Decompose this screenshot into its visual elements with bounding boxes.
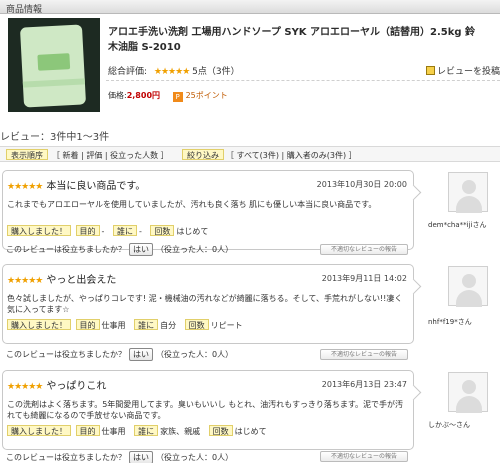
product-info-header: 商品情報	[0, 0, 500, 15]
count-tag: 回数	[150, 225, 175, 236]
product-title[interactable]: アロエ手洗い洗剤 工場用ハンドソープ SYK アロエローヤル（詰替用）2.5kg…	[108, 25, 500, 40]
count-tag: 回数	[208, 425, 233, 436]
helpful-yes-button[interactable]: はい	[129, 243, 153, 256]
report-review-button[interactable]: 不適切なレビューの報告	[320, 451, 408, 462]
refill-bag-graphic	[19, 24, 87, 108]
product-image[interactable]	[8, 18, 100, 112]
review-body: この洗剤はよく落ちます。5年間愛用してます。臭いもいいし もとれ、油汚れもすっき…	[7, 400, 404, 420]
review-stars-icon: ★★★★★	[7, 276, 43, 286]
purpose-tag: 目的	[75, 319, 100, 330]
helpful-question: このレビューは役立ちましたか？	[6, 245, 126, 254]
product-title-continued[interactable]: 木油脂 S-2010	[108, 40, 500, 55]
price-row: 価格:2,800円 P 25ポイント	[108, 90, 228, 102]
review-tags: 購入しました！ 目的 - 誰に - 回数 はじめて	[7, 225, 214, 237]
review-heading: ★★★★★ やっぱりこれ	[7, 377, 106, 392]
price-value: 2,800円	[126, 91, 161, 100]
point-icon: P	[172, 92, 183, 102]
review-count: レビュー：3件中1～3件	[0, 132, 110, 143]
whom-value: -	[138, 227, 142, 236]
review-date: 2013年6月13日 23:47	[321, 380, 407, 389]
report-review-button[interactable]: 不適切なレビューの報告	[320, 349, 408, 360]
review-title: 本当に良い商品です。	[46, 181, 146, 192]
reviewer-avatar	[448, 266, 488, 307]
purchased-badge: 購入しました！	[7, 225, 71, 236]
whom-tag: 誰に	[112, 225, 137, 236]
purpose-tag: 目的	[75, 225, 100, 236]
review-stars-icon: ★★★★★	[7, 382, 43, 392]
count-value: はじめて	[176, 227, 209, 236]
review-heading: ★★★★★ やっと出会えた	[7, 271, 116, 286]
rating-label: 総合評価:	[108, 67, 148, 77]
review-card: ★★★★★ やっと出会えた 2013年9月11日 14:02 色々試しましたが、や…	[2, 264, 414, 344]
review-stars-icon: ★★★★★	[7, 182, 43, 192]
whom-tag: 誰に	[134, 319, 159, 330]
reviewer-name[interactable]: しかぶ～さん	[428, 420, 470, 430]
review-body: 色々試しましたが、やっぱりコレです! 泥・機械油の汚れなどが綺麗に落ちる。そして…	[7, 294, 403, 314]
sort-order-label: 表示順序	[6, 149, 48, 160]
helpful-row: このレビューは役立ちましたか？ はい （役立った人：0人）	[6, 243, 233, 256]
purpose-value: 仕事用	[101, 427, 126, 436]
purpose-tag: 目的	[75, 425, 100, 436]
report-review-button[interactable]: 不適切なレビューの報告	[320, 244, 408, 255]
review-card: ★★★★★ やっぱりこれ 2013年6月13日 23:47 この洗剤はよく落ちます…	[2, 370, 414, 450]
post-review-link[interactable]: レビューを投稿す	[426, 64, 500, 77]
rating-stars-icon: ★★★★★	[153, 67, 190, 77]
review-tags: 購入しました！ 目的 仕事用 誰に 家族、親戚 回数 はじめて	[7, 425, 273, 437]
reviewer-name[interactable]: dem*cha**ijiさん	[428, 220, 486, 230]
review-date: 2013年10月30日 20:00	[316, 180, 407, 189]
divider	[106, 80, 500, 81]
price-label: 価格:	[108, 91, 127, 100]
reviewer-name[interactable]: nhf*f19*さん	[428, 317, 472, 327]
helpful-count: （役立った人：0人）	[156, 453, 234, 462]
helpful-question: このレビューは役立ちましたか？	[6, 453, 126, 462]
helpful-row: このレビューは役立ちましたか？ はい （役立った人：0人）	[6, 348, 233, 361]
pencil-icon	[426, 66, 435, 75]
review-heading: ★★★★★ 本当に良い商品です。	[7, 177, 145, 192]
helpful-row: このレビューは役立ちましたか？ はい （役立った人：0人）	[6, 451, 233, 463]
helpful-count: （役立った人：0人）	[156, 350, 234, 359]
whom-tag: 誰に	[134, 425, 159, 436]
count-tag: 回数	[184, 319, 209, 330]
count-value: はじめて	[234, 427, 267, 436]
rating-value: 5点（3件）	[192, 67, 240, 77]
whom-value: 家族、親戚	[160, 427, 201, 436]
helpful-question: このレビューは役立ちましたか？	[6, 350, 126, 359]
helpful-count: （役立った人：0人）	[156, 245, 234, 254]
post-review-label[interactable]: レビューを投稿す	[437, 67, 500, 77]
filter-options[interactable]: ［ すべて(3件) | 購入者のみ(3件) ］	[226, 150, 357, 161]
purpose-value: -	[101, 227, 105, 236]
reviewer-avatar	[448, 172, 488, 213]
helpful-yes-button[interactable]: はい	[129, 451, 153, 463]
product-info-heading: 商品情報	[6, 5, 43, 15]
points-value: 25ポイント	[185, 91, 228, 100]
reviewer-avatar	[448, 372, 488, 413]
overall-rating: 総合評価: ★★★★★ 5点（3件）	[108, 64, 240, 77]
purchased-badge: 購入しました！	[7, 319, 71, 330]
sort-order-options[interactable]: ［ 新着 | 評価 | 役立った人数 ］	[52, 150, 169, 161]
review-title: やっと出会えた	[46, 275, 117, 286]
review-body: これまでもアロエローヤルを使用していましたが、汚れも良く落ち 肌にも優しい本当に…	[7, 200, 377, 209]
review-tags: 購入しました！ 目的 仕事用 誰に 自分 回数 リピート	[7, 319, 249, 331]
purpose-value: 仕事用	[101, 321, 126, 330]
whom-value: 自分	[160, 321, 177, 330]
filter-label: 絞り込み	[182, 149, 224, 160]
sort-filter-bar: 表示順序 ［ 新着 | 評価 | 役立った人数 ］ 絞り込み ［ すべて(3件)…	[0, 146, 500, 162]
review-date: 2013年9月11日 14:02	[321, 274, 407, 283]
helpful-yes-button[interactable]: はい	[129, 348, 153, 361]
review-title: やっぱりこれ	[46, 381, 107, 392]
count-value: リピート	[210, 321, 243, 330]
purchased-badge: 購入しました！	[7, 425, 71, 436]
review-card: ★★★★★ 本当に良い商品です。 2013年10月30日 20:00 これまでもア…	[2, 170, 414, 250]
